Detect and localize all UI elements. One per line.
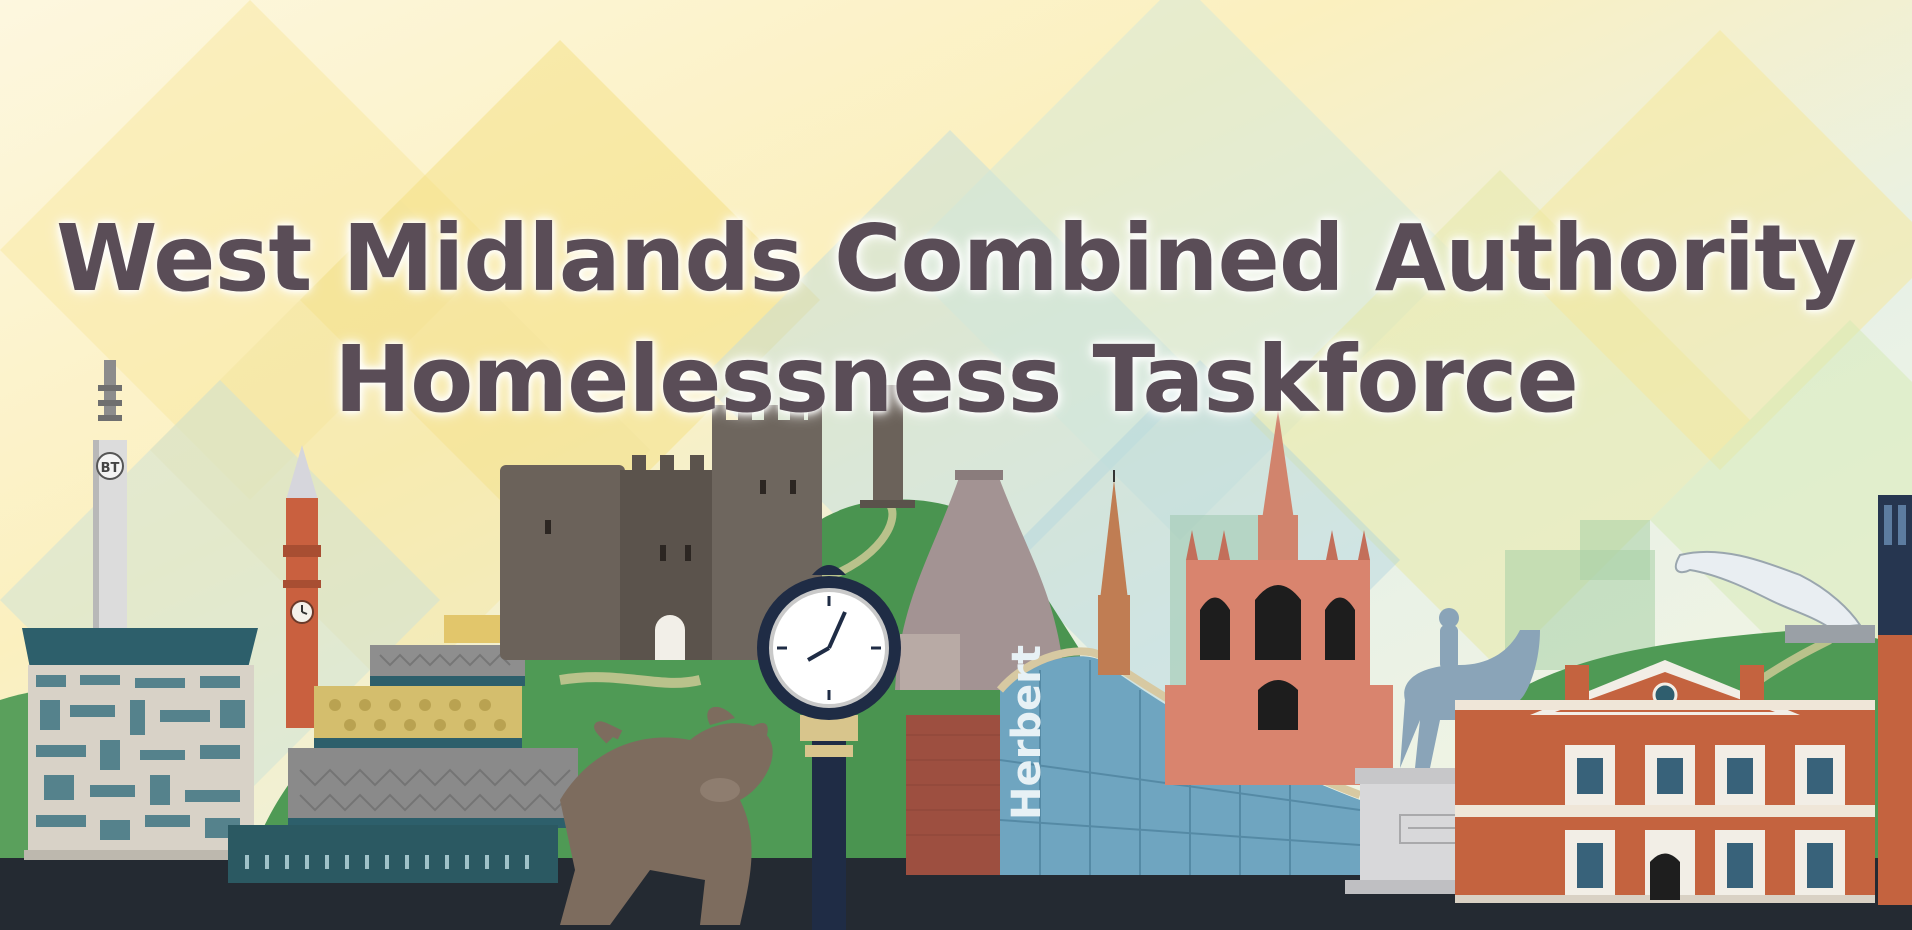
banner-scene: BT Herbert West Midlands Combined Author… [0, 0, 1912, 930]
banner-title-line2: Homelessness Taskforce [334, 326, 1579, 433]
amphitheatre-building [228, 825, 558, 883]
gallery-sign: Herbert [1004, 645, 1050, 820]
bt-tower-badge: BT [101, 461, 120, 476]
banner-title-line1: West Midlands Combined Authority [55, 205, 1857, 312]
cube-building [22, 628, 258, 860]
skyline-illustration: BT Herbert [0, 0, 1912, 930]
